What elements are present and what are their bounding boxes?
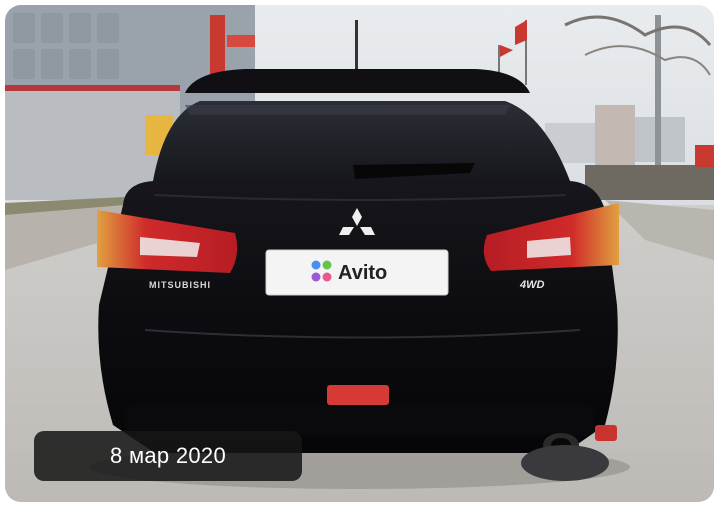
- plate-brand-text: Avito: [338, 262, 387, 284]
- badge-right-text: 4WD: [519, 279, 545, 291]
- car-photo: MITSUBISHI 4WD Avito: [5, 5, 714, 502]
- badge-left-text: MITSUBISHI: [149, 280, 211, 290]
- license-plate: Avito: [265, 249, 449, 296]
- rear-fog-light: [327, 385, 389, 405]
- listing-photo-card[interactable]: MITSUBISHI 4WD Avito 8 мар 2020: [5, 5, 714, 502]
- photo-date-badge: 8 мар 2020: [34, 431, 302, 481]
